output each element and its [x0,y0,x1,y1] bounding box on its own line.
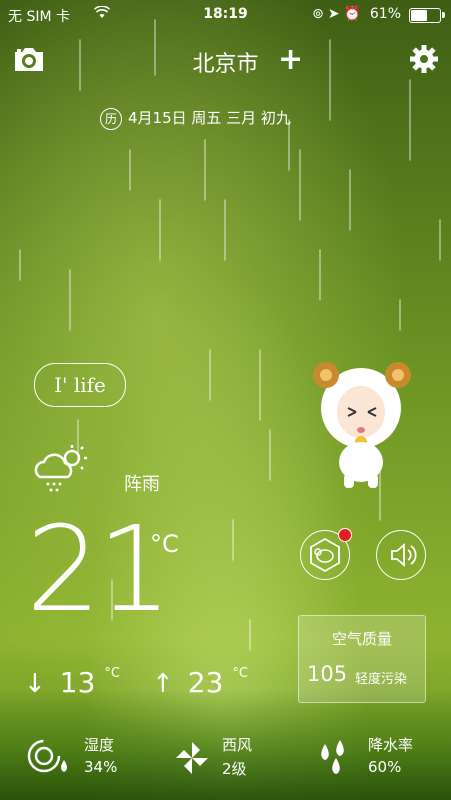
aqi-value: 105 [307,662,348,686]
up-arrow-icon: ↑ [152,669,174,699]
high-temperature: ↑ 23 °C [152,666,248,699]
wind-label: 西风 [222,736,253,754]
aqi-level: 轻度污染 [355,672,408,687]
low-temperature-unit: °C [104,666,120,681]
air-quality-card[interactable]: 空气质量 105 轻度污染 [298,615,426,703]
speaker-icon [391,543,417,567]
weather-description: 阵雨 [124,474,160,495]
precipitation-value: 60% [368,758,402,776]
high-temperature-unit: °C [232,666,248,681]
status-bar: 无 SIM 卡 18:19 ⊚➤⏰ 61% [0,0,451,30]
temperature-unit: °C [150,530,179,558]
date-text: 4月15日 周五 三月 初九 [128,109,291,127]
cloud-sun-rain-icon [34,445,87,492]
gear-icon [410,45,438,73]
current-temperature: 21 [26,500,172,638]
precipitation-label: 降水率 [368,736,414,754]
settings-button[interactable] [409,44,439,74]
city-title[interactable]: 北京市 + [0,42,451,78]
date-line[interactable]: 历 4月15日 周五 三月 初九 [100,107,291,130]
rotation-lock-icon: ⊚ [312,6,328,22]
battery-fill [411,10,427,21]
raindrops-icon [321,740,344,774]
voice-broadcast-button[interactable] [376,530,426,580]
humidity-value: 34% [84,758,118,776]
ilife-button[interactable]: I' life [34,363,126,407]
battery-icon [409,8,445,23]
humidity-gauge-icon [27,739,67,773]
pinwheel-icon [176,742,208,774]
high-temperature-value: 23 [187,666,224,699]
alarm-icon: ⏰ [343,6,365,22]
location-icon: ➤ [327,6,344,22]
sheep-mascot-icon[interactable] [306,350,416,490]
battery-percent: 61% [369,6,401,22]
city-name: 北京市 [192,52,259,77]
humidity-label: 湿度 [84,736,115,754]
status-icons: ⊚➤⏰ [312,6,365,22]
lunar-calendar-badge: 历 [100,107,122,130]
sheep-button[interactable] [300,528,352,580]
down-arrow-icon: ↓ [24,669,46,699]
air-quality-title: 空气质量 [331,630,392,648]
notification-dot [338,528,352,542]
wind-value: 2级 [222,760,247,778]
low-temperature: ↓ 13 °C [24,666,120,699]
low-temperature-value: 13 [59,666,96,699]
add-city-button[interactable]: + [278,42,303,77]
